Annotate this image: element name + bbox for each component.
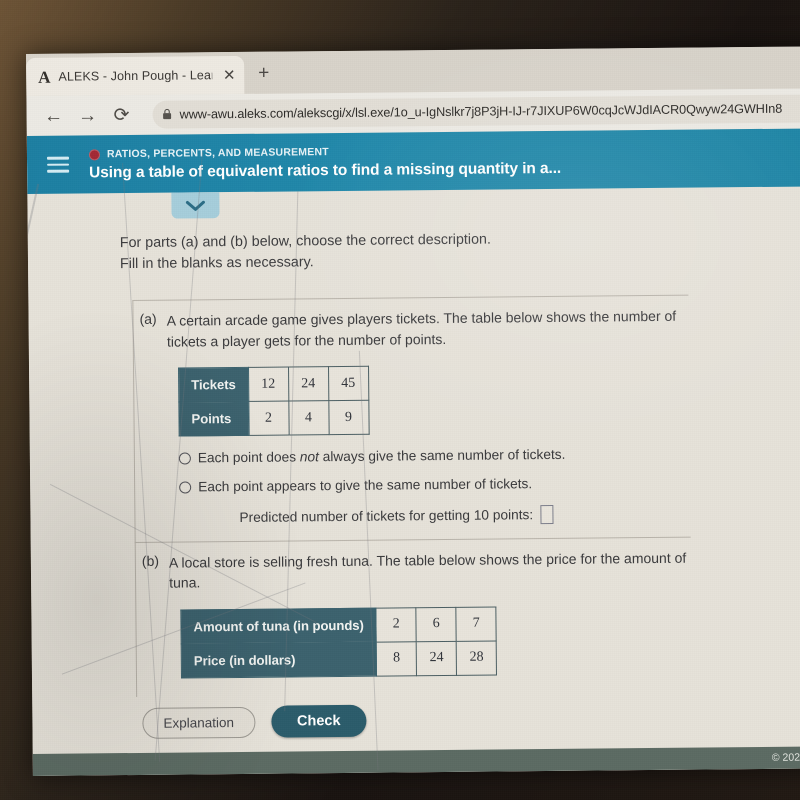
predicted-tickets-label: Predicted number of tickets for getting … [239, 507, 534, 526]
table-row: Points 2 4 9 [178, 400, 369, 437]
lock-icon [163, 108, 172, 121]
table-a-row1-header: Points [178, 401, 249, 437]
table-b-row1-header: Price (in dollars) [181, 641, 377, 678]
reload-icon[interactable]: ⟳ [105, 105, 139, 126]
part-b-label: (b) [141, 552, 160, 569]
browser-tab-aleks[interactable]: A ALEKS - John Pough - Learn ✕ [26, 55, 245, 96]
file-explorer-button[interactable] [491, 771, 537, 776]
table-b-row0-header: Amount of tuna (in pounds) [180, 607, 377, 644]
table-row: Price (in dollars) 8 24 28 [181, 640, 497, 678]
question-content: For parts (a) and (b) below, choose the … [27, 186, 800, 697]
computer-screen: A ALEKS - John Pough - Learn ✕ + ← → ⟳ w… [26, 46, 800, 776]
table-b-row1-cell1: 24 [416, 641, 457, 676]
table-b-row0-cell1: 6 [416, 607, 457, 642]
part-a-text: A certain arcade game gives players tick… [166, 308, 677, 350]
aleks-header-bar: RATIOS, PERCENTS, AND MEASUREMENT Using … [26, 128, 800, 194]
browser-tab-title: ALEKS - John Pough - Learn [58, 68, 213, 84]
option-not-same[interactable]: Each point does not always give the same… [178, 446, 690, 466]
table-a-row0-cell2: 45 [328, 366, 369, 401]
topic-row: RATIOS, PERCENTS, AND MEASUREMENT [88, 144, 561, 161]
check-button[interactable]: Check [270, 704, 367, 738]
topic-dot-icon [88, 148, 101, 160]
table-a-row1-cell2: 9 [328, 400, 369, 435]
chrome-button[interactable] [536, 770, 584, 776]
photo-of-screen: A ALEKS - John Pough - Learn ✕ + ← → ⟳ w… [0, 0, 800, 800]
back-icon[interactable]: ← [37, 105, 71, 126]
radio-button-icon[interactable] [179, 480, 192, 494]
option-not-same-label: Each point does not always give the same… [197, 446, 566, 466]
table-b-row1-cell2: 28 [456, 640, 497, 676]
address-bar[interactable]: www-awu.aleks.com/alekscgi/x/lsl.exe/1o_… [152, 94, 800, 129]
table-b-row0-cell2: 7 [456, 606, 497, 642]
table-a-row0-cell1: 24 [288, 366, 329, 402]
lesson-title: Using a table of equivalent ratios to fi… [89, 159, 562, 182]
ratio-table-b: Amount of tuna (in pounds) 2 6 7 Price (… [180, 606, 498, 679]
question-part-b: (b) A local store is selling fresh tuna.… [134, 536, 693, 697]
close-tab-icon[interactable]: ✕ [220, 66, 238, 83]
table-b-row1-cell0: 8 [376, 641, 417, 676]
predicted-tickets-row: Predicted number of tickets for getting … [239, 504, 690, 527]
aleks-favicon: A [38, 67, 51, 87]
address-bar-url: www-awu.aleks.com/alekscgi/x/lsl.exe/1o_… [179, 101, 783, 122]
table-a-row0-header: Tickets [178, 367, 249, 403]
new-tab-icon[interactable]: + [258, 63, 269, 84]
table-row: Tickets 12 24 45 [178, 366, 369, 403]
browser-tab-strip: A ALEKS - John Pough - Learn ✕ + [26, 46, 800, 96]
cortana-button[interactable] [399, 772, 445, 776]
lock-glyph [163, 108, 172, 119]
table-row: Amount of tuna (in pounds) 2 6 7 [180, 606, 497, 644]
explanation-button[interactable]: Explanation [142, 706, 256, 739]
part-b-text: A local store is selling fresh tuna. The… [168, 549, 687, 591]
part-a-body: (a) A certain arcade game gives players … [133, 306, 688, 352]
edge-button[interactable] [583, 770, 629, 776]
option-same[interactable]: Each point appears to give the same numb… [179, 475, 690, 495]
task-view-button[interactable] [445, 772, 491, 776]
table-a-row0-cell0: 12 [248, 367, 289, 402]
ratio-table-a: Tickets 12 24 45 Points 2 4 9 [178, 365, 370, 437]
forward-icon[interactable]: → [71, 105, 105, 126]
copyright-text: © 2022 Mc [771, 751, 800, 764]
aleks-page: RATIOS, PERCENTS, AND MEASUREMENT Using … [26, 128, 800, 776]
instructions: For parts (a) and (b) below, choose the … [120, 226, 800, 274]
topic-label: RATIOS, PERCENTS, AND MEASUREMENT [106, 146, 329, 161]
part-b-body: (b) A local store is selling fresh tuna.… [136, 548, 691, 594]
part-a-options: Each point does not always give the same… [178, 446, 691, 528]
question-part-a: (a) A certain arcade game gives players … [132, 295, 691, 543]
table-a-row1-cell0: 2 [248, 401, 289, 436]
action-buttons: Explanation Check [142, 704, 367, 739]
predicted-tickets-input[interactable] [540, 504, 554, 525]
option-same-label: Each point appears to give the same numb… [198, 476, 533, 495]
table-a-row1-cell1: 4 [288, 400, 329, 436]
hamburger-menu-icon[interactable] [27, 156, 89, 173]
radio-button-icon[interactable] [178, 451, 191, 465]
part-a-label: (a) [139, 311, 157, 328]
aleks-header-text: RATIOS, PERCENTS, AND MEASUREMENT Using … [88, 142, 562, 183]
table-b-row0-cell0: 2 [376, 607, 417, 642]
